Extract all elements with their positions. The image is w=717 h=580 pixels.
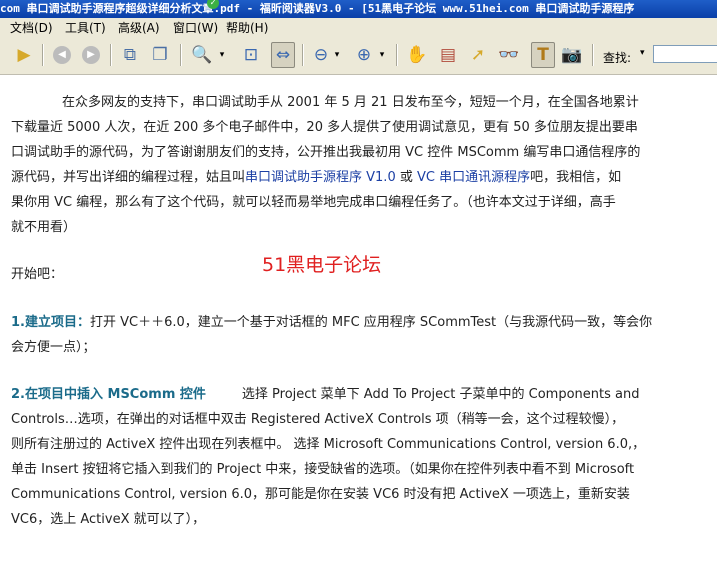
toolbar-separator	[42, 44, 44, 66]
document-page: 在众多网友的支持下，串口调试助手从 2001 年 5 月 21 日发布至今，短短…	[0, 75, 717, 580]
title-bar: com 串口调试助手源程序超级详细分析文章.pdf - 福昕阅读器V3.0 - …	[0, 0, 717, 18]
toolbar-separator	[592, 44, 594, 66]
zoom-out-dropdown-icon[interactable]: ▾	[331, 42, 343, 68]
zoom-dropdown-icon[interactable]: ▾	[216, 42, 228, 68]
start-text: 开始吧：	[11, 267, 64, 282]
zoom-out-icon[interactable]: ⊖	[309, 42, 333, 68]
menu-document[interactable]: 文档(D)	[10, 18, 53, 38]
back-icon[interactable]: ◀	[50, 42, 74, 68]
step2-text: 选择 Project 菜单下 Add To Project 子菜单中的 Comp…	[241, 387, 640, 402]
step2-line: 则所有注册过的 ActiveX 控件出现在列表框中。 选择 Microsoft …	[11, 437, 646, 452]
link-text: VC 串口通讯源程序	[416, 170, 531, 185]
menu-tools[interactable]: 工具(T)	[65, 18, 106, 38]
zoom-icon[interactable]: 🔍	[190, 42, 214, 68]
text-run: 源代码，并写出详细的编程过程，姑且叫	[11, 170, 246, 185]
fit-width-icon[interactable]: ⇔	[271, 42, 295, 68]
search-dropdown-icon[interactable]: ▾	[640, 48, 645, 58]
zoom-in-icon[interactable]: ⊕	[352, 42, 376, 68]
page-icon[interactable]: ❐	[148, 42, 172, 68]
find-icon[interactable]: 👓	[497, 42, 521, 68]
menu-bar: 文档(D) 工具(T) 高级(A) 窗口(W) 帮助(H)	[0, 18, 717, 38]
text-run: 或	[395, 170, 417, 185]
step1-line: 1.建立项目：打开 VC＋＋6.0，建立一个基于对话框的 MFC 应用程序 SC…	[11, 311, 652, 330]
step2-line: VC6，选上 ActiveX 就可以了），	[11, 512, 206, 527]
select-icon[interactable]: ▤	[436, 42, 460, 68]
menu-window[interactable]: 窗口(W)	[173, 18, 218, 38]
step1-text: 打开 VC＋＋6.0，建立一个基于对话框的 MFC 应用程序 SCommTest…	[89, 315, 653, 330]
forward-icon[interactable]: ▶	[79, 42, 103, 68]
step2-line: 2.在项目中插入 MSComm 控件 选择 Project 菜单下 Add To …	[11, 383, 639, 402]
zoom-in-dropdown-icon[interactable]: ▾	[376, 42, 388, 68]
paragraph-line: 源代码，并写出详细的编程过程，姑且叫串口调试助手源程序 V1.0 或 VC 串口…	[11, 166, 621, 185]
toolbar-separator	[180, 44, 182, 66]
play-icon[interactable]: ▶	[12, 42, 36, 68]
copy-icon[interactable]: ⧉	[118, 42, 142, 68]
step2-line: 单击 Insert 按钮将它插入到我们的 Project 中来，接受缺省的选项。…	[11, 462, 635, 477]
search-label: 查找:	[603, 51, 632, 65]
paragraph-line: 果你用 VC 编程，那么有了这个代码，就可以轻而易举地完成串口编程任务了。（也许…	[11, 195, 616, 210]
paragraph-line: 在众多网友的支持下，串口调试助手从 2001 年 5 月 21 日发布至今，短短…	[62, 95, 639, 110]
menu-help[interactable]: 帮助(H)	[226, 18, 268, 38]
paragraph-line: 就不用看）	[11, 220, 77, 235]
brand-watermark: 51黑电子论坛	[262, 254, 382, 276]
toolbar-separator	[110, 44, 112, 66]
step2-title: 2.在项目中插入 MSComm 控件	[11, 387, 206, 402]
toolbar-separator	[396, 44, 398, 66]
toolbar-separator	[302, 44, 304, 66]
window-title: com 串口调试助手源程序超级详细分析文章.pdf - 福昕阅读器V3.0 - …	[0, 2, 635, 15]
link-text: 串口调试助手源程序 V1.0	[245, 170, 396, 185]
text-select-icon[interactable]: T	[531, 42, 555, 68]
text-run: 吧，我相信，如	[530, 170, 622, 185]
fit-icon[interactable]: ⊡	[239, 42, 263, 68]
search-input[interactable]	[653, 45, 717, 63]
pointer-icon[interactable]: ➚	[466, 42, 490, 68]
snapshot-icon[interactable]: 📷	[560, 42, 584, 68]
step2-line: Controls…选项，在弹出的对话框中双击 Registered Active…	[11, 412, 625, 427]
menu-advanced[interactable]: 高级(A)	[118, 18, 160, 38]
step2-line: Communications Control, version 6.0，那可能是…	[11, 487, 630, 502]
step1-title: 1.建立项目：	[11, 315, 90, 330]
paragraph-line: 口调试助手的源代码，为了答谢谢朋友们的支持，公开推出我最初用 VC 控件 MSC…	[11, 145, 641, 160]
hand-icon[interactable]: ✋	[405, 42, 429, 68]
paragraph-line: 下载量近 5000 人次，在近 200 多个电子邮件中，20 多人提供了使用调试…	[11, 120, 638, 135]
toolbar: ▶ ◀ ▶ ⧉ ❐ 🔍 ▾ ⊡ ⇔ ⊖ ▾ ⊕ ▾ ✋ ▤ ➚ 👓 T 📷 查找…	[0, 38, 717, 75]
step1-line: 会方便一点）；	[11, 340, 96, 355]
